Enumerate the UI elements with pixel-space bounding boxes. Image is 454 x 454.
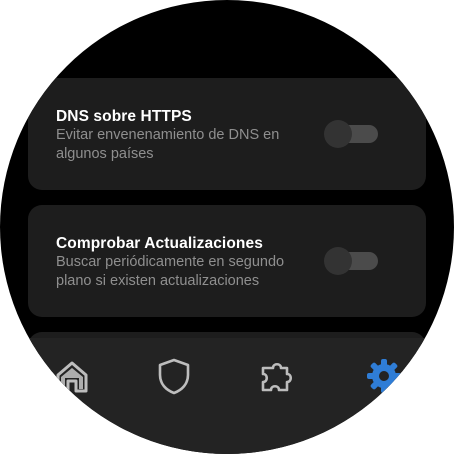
toggle-thumb — [324, 120, 352, 148]
setting-card-dns-over-https[interactable]: DNS sobre HTTPS Evitar envenenamiento de… — [28, 78, 426, 190]
dns-over-https-toggle[interactable] — [324, 120, 380, 148]
setting-description: Evitar envenenamiento de DNS en algunos … — [56, 127, 280, 162]
shield-icon — [158, 358, 190, 395]
watch-screen: DNS sobre HTTPS Evitar envenenamiento de… — [0, 0, 454, 454]
setting-title: Comprobar Actualizaciones — [56, 235, 263, 252]
gear-icon — [367, 359, 401, 393]
check-updates-toggle[interactable] — [324, 247, 380, 275]
setting-card-check-updates[interactable]: Comprobar Actualizaciones Buscar periódi… — [28, 205, 426, 317]
nav-settings-button[interactable] — [364, 356, 404, 396]
toggle-thumb — [324, 247, 352, 275]
setting-description: Buscar periódicamente en segundo plano s… — [56, 254, 285, 289]
nav-extensions-button[interactable] — [259, 356, 299, 396]
puzzle-icon — [261, 362, 293, 392]
nav-shield-button[interactable] — [154, 356, 194, 396]
nav-home-button[interactable] — [52, 356, 92, 396]
bottom-navigation-bar — [0, 338, 454, 454]
setting-title: DNS sobre HTTPS — [56, 108, 192, 125]
home-icon — [56, 361, 88, 393]
